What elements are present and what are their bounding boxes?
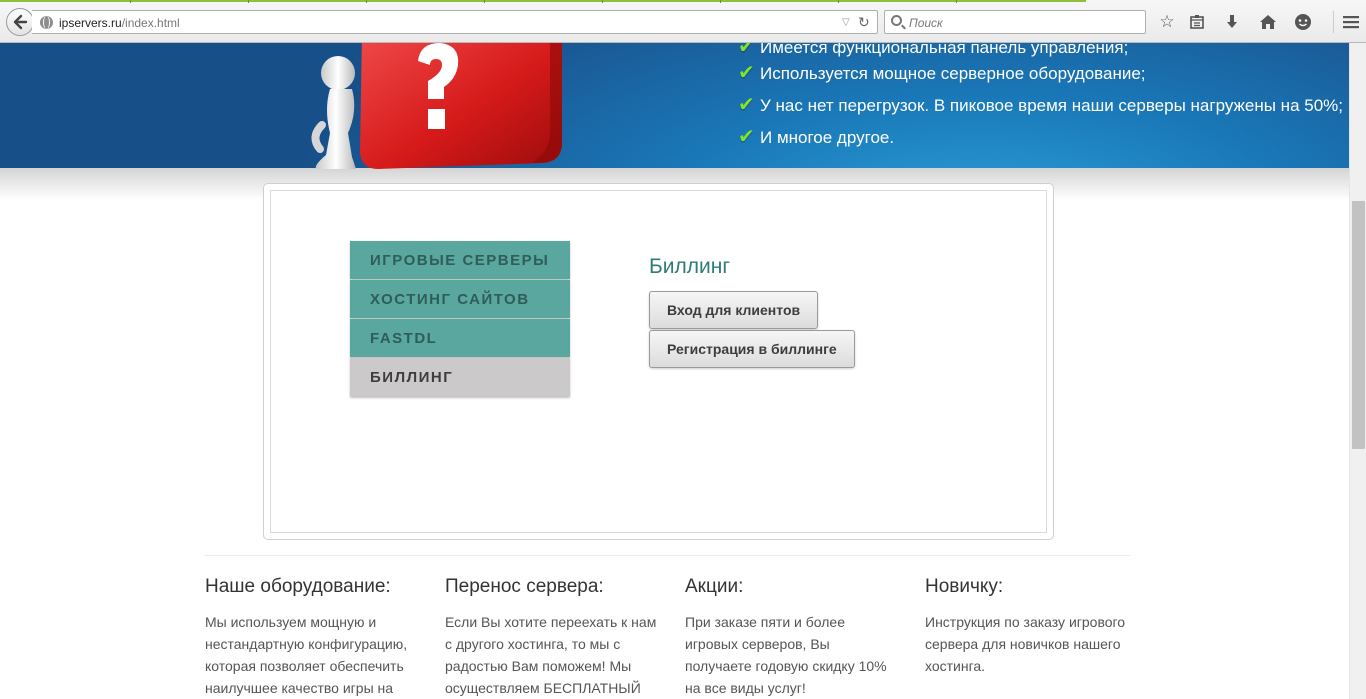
tab-divider (838, 0, 839, 3)
feature-text: У нас нет перегрузок. В пиковое время на… (760, 96, 1343, 115)
chat-face-icon[interactable] (1292, 11, 1314, 33)
tab-divider (956, 0, 957, 3)
tab-divider (484, 0, 485, 3)
question-mark-figure-illustration (311, 43, 562, 169)
address-bar[interactable]: ipservers.ru/index.html ▽ ↻ (32, 10, 878, 34)
column-title: Новичку: (925, 576, 1004, 597)
checkmark-icon: ✔ (738, 43, 755, 58)
tab-label: ИГРОВЫЕ СЕРВЕРЫ (370, 252, 550, 269)
info-column-promotions: Акции: При заказе пяти и более игровых с… (685, 576, 900, 699)
tab-divider (130, 0, 131, 3)
feature-text: Имеется функциональная панель управления… (760, 43, 1129, 57)
back-arrow-icon (13, 14, 28, 30)
feature-text: И многое другое. (760, 128, 895, 147)
column-text: Инструкция по заказу игрового сервера дл… (925, 614, 1126, 674)
search-bar[interactable] (884, 10, 1146, 34)
search-input[interactable] (909, 14, 1139, 31)
checkmark-icon: ✔ (738, 94, 755, 116)
tab-web-hosting[interactable]: ХОСТИНГ САЙТОВ (350, 280, 570, 318)
search-icon (891, 15, 902, 26)
url-domain: ipservers.ru (59, 16, 122, 30)
column-title: Акции: (685, 576, 744, 597)
bookmark-star-icon[interactable]: ☆ (1156, 11, 1178, 33)
tab-strip-line (0, 0, 1086, 2)
web-page: ✔ Имеется функциональная панель управлен… (0, 43, 1349, 699)
tab-fastdl[interactable]: FASTDL (350, 319, 570, 357)
bookmarks-menu-icon[interactable] (1186, 11, 1208, 33)
tab-label: БИЛЛИНГ (370, 369, 454, 386)
info-column-migration: Перенос сервера: Если Вы хотите переехат… (445, 576, 660, 699)
hamburger-menu-icon[interactable] (1333, 11, 1361, 33)
history-dropdown-icon[interactable]: ▽ (842, 17, 850, 28)
column-title: Наше оборудование: (205, 576, 391, 597)
column-text: При заказе пяти и более игровых серверов… (685, 614, 887, 696)
checkmark-icon: ✔ (738, 62, 755, 84)
tab-divider (602, 0, 603, 3)
tab-billing[interactable]: БИЛЛИНГ (350, 358, 570, 396)
reload-icon[interactable]: ↻ (858, 14, 870, 31)
vertical-scrollbar[interactable] (1349, 43, 1366, 699)
downloads-icon[interactable] (1221, 11, 1243, 33)
column-text: Если Вы хотите переехать к нам с другого… (445, 614, 657, 696)
url-path: /index.html (121, 16, 180, 30)
services-tabs: ИГРОВЫЕ СЕРВЕРЫ ХОСТИНГ САЙТОВ FASTDL БИ… (350, 241, 570, 397)
home-icon[interactable] (1257, 11, 1279, 33)
browser-toolbar: ipservers.ru/index.html ▽ ↻ ☆ (0, 0, 1366, 43)
billing-register-button[interactable]: Регистрация в биллинге (649, 330, 855, 368)
tab-strip (0, 0, 1366, 3)
globe-icon (40, 16, 53, 29)
section-divider (204, 555, 1130, 556)
feature-text: Используется мощное серверное оборудован… (760, 64, 1146, 83)
back-button[interactable] (6, 8, 34, 36)
column-title: Перенос сервера: (445, 576, 604, 597)
checkmark-icon: ✔ (738, 126, 755, 148)
tab-game-servers[interactable]: ИГРОВЫЕ СЕРВЕРЫ (350, 241, 570, 279)
client-login-button[interactable]: Вход для клиентов (649, 291, 819, 329)
tab-divider (366, 0, 367, 3)
tab-divider (248, 0, 249, 3)
tab-divider (720, 0, 721, 3)
scrollbar-thumb[interactable] (1352, 201, 1365, 449)
billing-title: Биллинг (649, 255, 731, 278)
info-column-equipment: Наше оборудование: Мы используем мощную … (205, 576, 420, 699)
tab-label: ХОСТИНГ САЙТОВ (370, 291, 530, 308)
tab-label: FASTDL (370, 330, 438, 347)
column-text: Мы используем мощную и нестандартную кон… (205, 614, 408, 696)
info-column-newbie: Новичку: Инструкция по заказу игрового с… (925, 576, 1140, 677)
url-text[interactable]: ipservers.ru/index.html (59, 16, 180, 30)
